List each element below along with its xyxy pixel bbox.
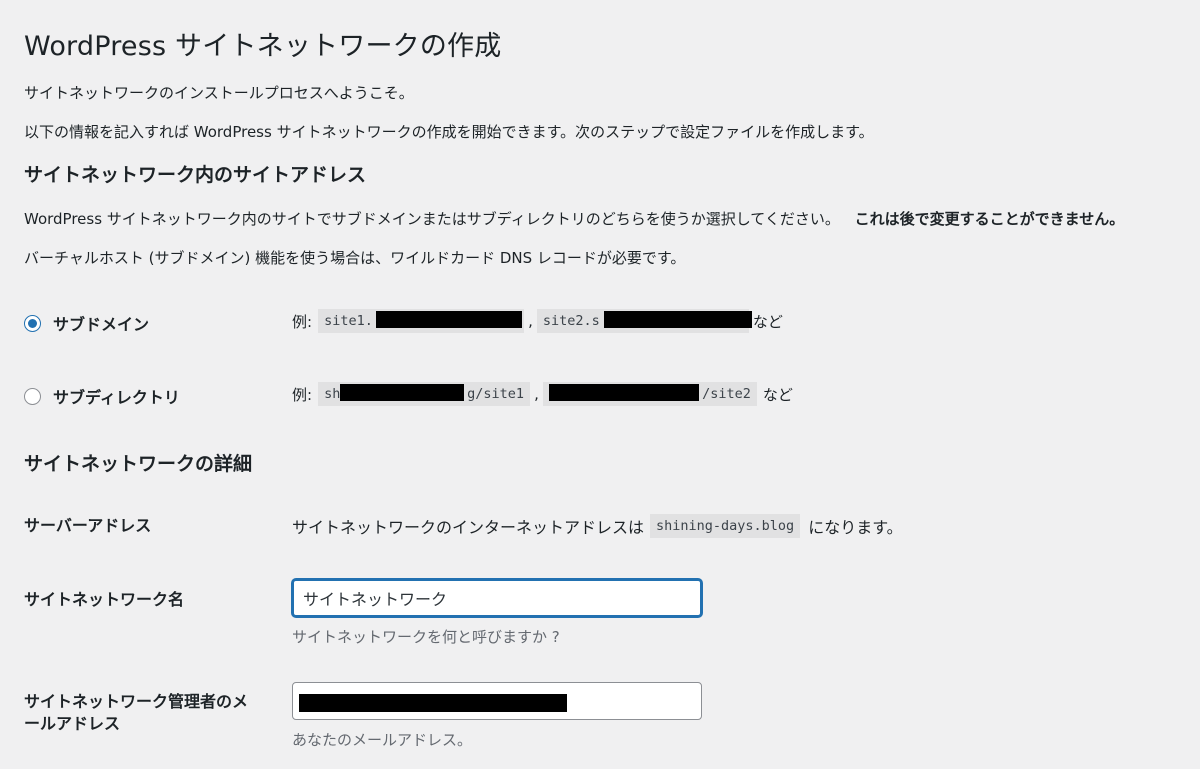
subdirectory-example-1: sh g/site1	[318, 382, 531, 406]
subdirectory-example-2: /site2	[542, 382, 757, 406]
subdomain-example-prefix: 例:	[292, 312, 313, 331]
subdomain-example-1-text: site1.	[324, 313, 373, 329]
subdirectory-label: サブディレクトリ	[53, 388, 180, 407]
server-address-text-after: になります。	[808, 518, 903, 537]
subdomain-example-1: site1. g	[318, 309, 525, 333]
network-name-input[interactable]: サイトネットワーク	[292, 579, 702, 617]
subdirectory-example-suffix: など	[762, 385, 793, 404]
network-setup-page: WordPress サイトネットワークの作成 サイトネットワークのインストールプ…	[24, 0, 1200, 769]
network-name-label: サイトネットワーク名	[24, 590, 185, 609]
admin-email-label-line2: ールアドレス	[24, 714, 121, 733]
admin-email-label-line1: サイトネットワーク管理者のメ	[24, 692, 249, 711]
choose-structure-instructions: WordPress サイトネットワーク内のサイトでサブドメインまたはサブディレク…	[24, 210, 840, 228]
redaction-block	[548, 384, 699, 401]
welcome-text: サイトネットワークのインストールプロセスへようこそ。	[24, 84, 414, 102]
info-text: 以下の情報を記入すれば WordPress サイトネットワークの作成を開始できま…	[24, 123, 874, 141]
server-address-label: サーバーアドレス	[24, 516, 152, 535]
cannot-change-warning: これは後で変更することができません。	[854, 210, 1125, 228]
subdirectory-option[interactable]: サブディレクトリ	[24, 384, 180, 408]
subdirectory-example-1-head: sh	[324, 386, 341, 402]
subdirectory-example-2-text: /site2	[702, 386, 751, 402]
redaction-block	[603, 311, 752, 328]
admin-email-description: あなたのメールアドレス。	[292, 731, 473, 749]
subdomain-example: 例: site1. g , site2.s など	[292, 309, 783, 333]
redaction-block	[299, 694, 567, 712]
subdomain-option[interactable]: サブドメイン	[24, 311, 149, 335]
subdomain-example-2-text: site2.s	[542, 313, 600, 329]
site-addresses-heading: サイトネットワーク内のサイトアドレス	[24, 164, 367, 186]
subdomain-radio[interactable]	[24, 314, 41, 332]
choose-structure-text: WordPress サイトネットワーク内のサイトでサブドメインまたはサブディレク…	[24, 208, 1124, 229]
example-separator: ,	[528, 312, 533, 330]
network-name-description: サイトネットワークを何と呼びますか ?	[292, 628, 560, 646]
server-address-text-before: サイトネットワークのインターネットアドレスは	[292, 518, 645, 537]
example-separator: ,	[534, 385, 539, 403]
server-address-value: サイトネットワークのインターネットアドレスは shining-days.blog…	[292, 514, 903, 538]
page-title: WordPress サイトネットワークの作成	[24, 31, 502, 62]
vhost-note: バーチャルホスト (サブドメイン) 機能を使う場合は、ワイルドカード DNS レ…	[24, 249, 686, 267]
redaction-block	[340, 384, 465, 401]
subdomain-example-2: site2.s	[536, 309, 752, 333]
admin-email-input[interactable]	[292, 682, 702, 720]
subdomain-label: サブドメイン	[53, 315, 150, 334]
admin-email-label: サイトネットワーク管理者のメ ールアドレス	[24, 691, 248, 735]
redaction-block	[376, 311, 523, 328]
subdomain-example-suffix: など	[752, 312, 783, 331]
subdirectory-example-1-text: g/site1	[467, 386, 525, 402]
subdirectory-example-prefix: 例:	[292, 385, 313, 404]
network-details-heading: サイトネットワークの詳細	[24, 453, 253, 475]
server-domain: shining-days.blog	[650, 514, 801, 538]
subdirectory-example: 例: sh g/site1 , /site2 など	[292, 382, 793, 406]
subdirectory-radio[interactable]	[24, 387, 41, 405]
